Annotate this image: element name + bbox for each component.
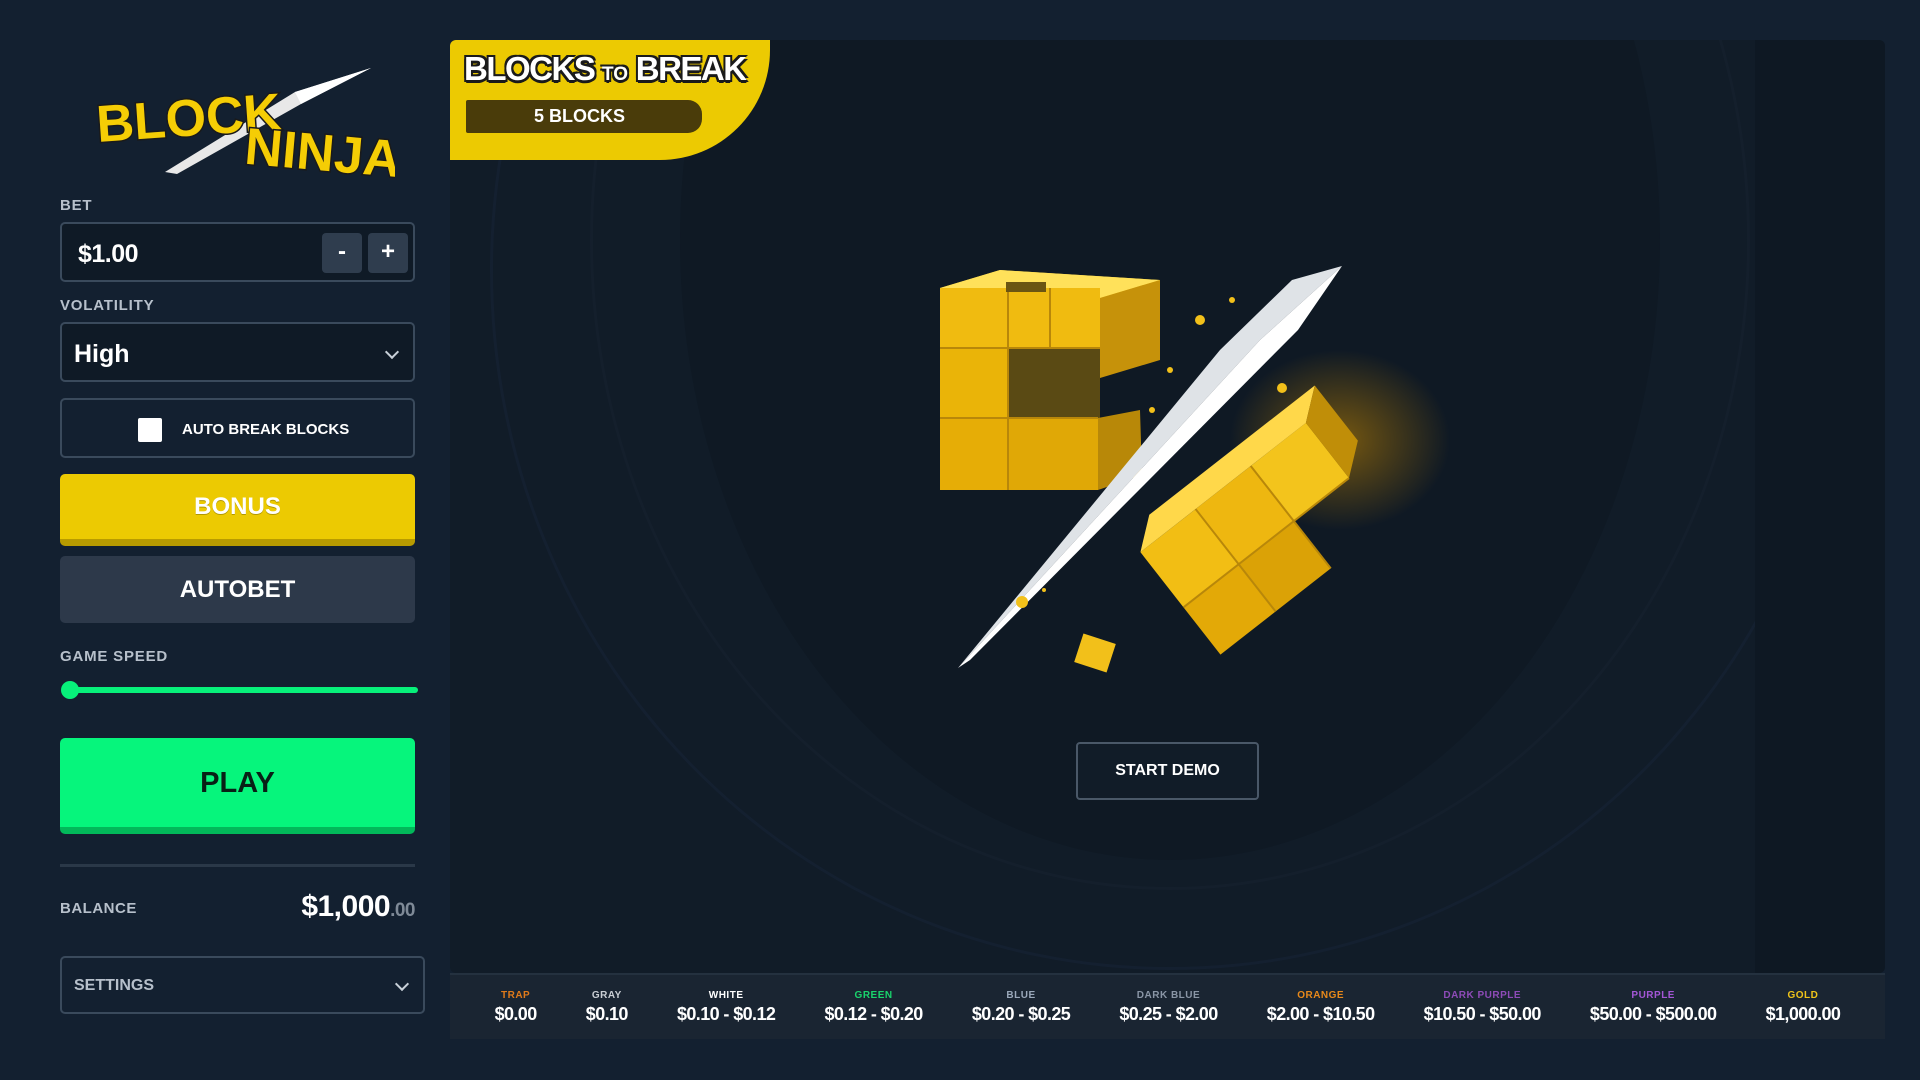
bet-input[interactable]: $1.00 - + — [60, 222, 415, 282]
payout-name: GREEN — [854, 989, 893, 1001]
volatility-select[interactable]: High — [60, 322, 415, 382]
balance-cents: .00 — [390, 900, 415, 921]
payout-table: TRAP $0.00 GRAY $0.10 WHITE $0.10 - $0.1… — [450, 973, 1885, 1039]
payout-range: $0.25 - $2.00 — [1119, 1003, 1218, 1024]
payout-item-gray: GRAY $0.10 — [585, 989, 629, 1025]
game-speed-slider[interactable] — [68, 687, 418, 693]
payout-range: $10.50 - $50.00 — [1423, 1003, 1542, 1024]
auto-break-checkbox[interactable] — [138, 418, 162, 442]
auto-break-label: AUTO BREAK BLOCKS — [182, 421, 350, 438]
payout-range: $50.00 - $500.00 — [1589, 1003, 1717, 1024]
sidebar: BLOCK NINJA BET $1.00 - + VOLATILITY Hig… — [0, 0, 450, 1080]
title-to: TO — [602, 64, 629, 85]
divider — [60, 864, 415, 867]
payout-name: TRAP — [500, 989, 531, 1001]
payout-range: $0.00 — [494, 1003, 538, 1024]
title-blocks: BLOCKS — [464, 50, 596, 87]
background-shade — [1755, 40, 1885, 973]
block-left-half — [940, 270, 1160, 490]
payout-range: $0.10 — [585, 1003, 629, 1024]
payout-item-trap: TRAP $0.00 — [494, 989, 538, 1025]
game-speed-label: GAME SPEED — [60, 648, 169, 665]
volatility-value: High — [74, 340, 130, 368]
payout-item-blue: BLUE $0.20 - $0.25 — [971, 989, 1071, 1025]
payout-name: BLUE — [1006, 989, 1036, 1001]
payout-item-green: GREEN $0.12 - $0.20 — [824, 989, 923, 1025]
payout-name: PURPLE — [1631, 989, 1675, 1001]
payout-item-dark-blue: DARK BLUE $0.25 - $2.00 — [1119, 989, 1218, 1025]
chevron-down-icon — [384, 344, 400, 360]
start-demo-button[interactable]: START DEMO — [1076, 742, 1259, 800]
balance-dollars: $1,000 — [301, 890, 391, 923]
svg-text:NINJA: NINJA — [243, 118, 395, 180]
bet-increment-button[interactable]: + — [368, 233, 408, 273]
payout-item-dark-purple: DARK PURPLE $10.50 - $50.00 — [1423, 989, 1542, 1025]
balance-label: BALANCE — [60, 900, 137, 917]
balance-value: $1,000.00 — [301, 890, 415, 924]
play-button[interactable]: PLAY — [60, 738, 415, 834]
payout-item-white: WHITE $0.10 - $0.12 — [676, 989, 776, 1025]
chevron-down-icon — [394, 976, 410, 992]
payout-range: $0.12 - $0.20 — [824, 1003, 923, 1024]
bet-label: BET — [60, 197, 93, 214]
block-ninja-logo: BLOCK NINJA — [95, 68, 395, 180]
blocks-count: 5 BLOCKS — [466, 100, 702, 133]
payout-item-gold: GOLD $1,000.00 — [1766, 990, 1841, 1025]
auto-break-toggle[interactable]: AUTO BREAK BLOCKS — [60, 398, 415, 458]
settings-label: SETTINGS — [74, 977, 155, 994]
payout-name: WHITE — [708, 989, 744, 1001]
payout-range: $0.20 - $0.25 — [971, 1003, 1071, 1024]
payout-name: ORANGE — [1297, 989, 1345, 1001]
autobet-button[interactable]: AUTOBET — [60, 556, 415, 623]
game-speed-slider-thumb[interactable] — [61, 681, 79, 699]
volatility-label: VOLATILITY — [60, 297, 155, 314]
blocks-to-break-title: BLOCKS TO BREAK — [464, 50, 747, 88]
payout-item-purple: PURPLE $50.00 - $500.00 — [1590, 990, 1717, 1025]
title-break: BREAK — [635, 50, 747, 87]
game-area: BLOCKS TO BREAK 5 BLOCKS START DEMO — [450, 40, 1885, 973]
sliced-block-illustration — [940, 266, 1450, 673]
bonus-button[interactable]: BONUS — [60, 474, 415, 546]
bet-value[interactable]: $1.00 — [78, 240, 139, 269]
bet-decrement-button[interactable]: - — [322, 233, 362, 273]
settings-dropdown[interactable]: SETTINGS — [60, 956, 425, 1014]
payout-range: $0.10 - $0.12 — [676, 1003, 776, 1024]
payout-name: GOLD — [1787, 989, 1819, 1001]
payout-range: $1,000.00 — [1765, 1003, 1841, 1024]
payout-name: DARK BLUE — [1136, 989, 1201, 1001]
payout-range: $2.00 - $10.50 — [1266, 1003, 1375, 1024]
payout-item-orange: ORANGE $2.00 - $10.50 — [1267, 990, 1375, 1025]
payout-name: GRAY — [591, 989, 622, 1001]
payout-name: DARK PURPLE — [1443, 989, 1522, 1001]
